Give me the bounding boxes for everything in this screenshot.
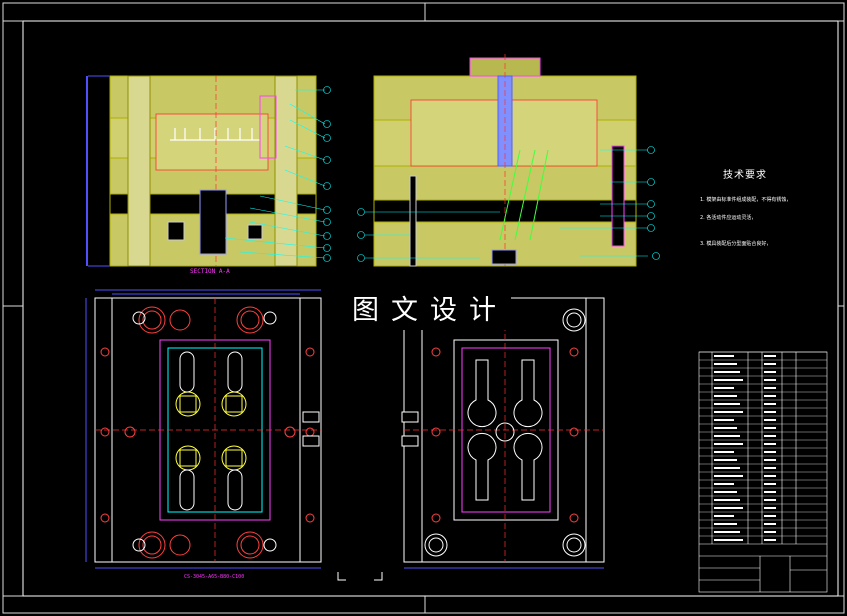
parts-list-entry-mark [714, 499, 740, 501]
parts-list-entry-mark [714, 403, 740, 405]
parts-list-entry-mark [764, 451, 776, 453]
parts-list-entry-mark [764, 363, 776, 365]
watermark-text: 图文设计 [349, 292, 511, 330]
bottom-dimension-label: CS-3045-A65-B80-C100 [184, 574, 245, 580]
parts-list-entry-mark [764, 475, 776, 477]
parts-list-entry-mark [764, 515, 776, 517]
parts-list-entry-mark [714, 379, 743, 381]
parts-list-entry-mark [714, 411, 743, 413]
parts-list-entry-mark [764, 459, 776, 461]
parts-list-entry-mark [714, 467, 740, 469]
parts-list-entry-mark [764, 403, 776, 405]
parts-list-entry-mark [764, 435, 776, 437]
parts-list-entry-mark [764, 491, 776, 493]
parts-list-entry-mark [764, 371, 776, 373]
parts-list-entry-mark [714, 539, 743, 541]
parts-list-entry-mark [764, 507, 776, 509]
technical-requirement-line-3: 3. 模具装配后分型面贴合良好， [700, 241, 772, 247]
section-view-left [86, 75, 331, 267]
parts-list-entry-mark [764, 499, 776, 501]
parts-list-entry-mark [714, 451, 734, 453]
parts-list-entry-mark [714, 531, 740, 533]
section-label: SECTION A-A [190, 268, 230, 275]
parts-list-entry-mark [764, 483, 776, 485]
parts-list-entry-mark [764, 539, 776, 541]
parts-list-entry-mark [714, 427, 737, 429]
parts-list-entry-mark [764, 411, 776, 413]
parts-list-entry-mark [764, 523, 776, 525]
technical-requirement-line-1: 1. 模架由标准件组成装配，不得有锈蚀， [700, 197, 792, 203]
section-view-right [357, 54, 660, 267]
parts-list-entry-mark [714, 475, 743, 477]
parts-list-entry-mark [714, 355, 734, 357]
parts-list-entry-mark [714, 395, 737, 397]
parts-list-entry-mark [764, 427, 776, 429]
technical-requirement-line-2: 2. 各活动件应运动灵活， [700, 215, 757, 221]
parts-list-entry-mark [764, 419, 776, 421]
parts-list-entry-mark [714, 363, 737, 365]
parts-list-entry-mark [714, 459, 737, 461]
parts-list-entry-mark [714, 435, 740, 437]
parts-list-entry-mark [714, 523, 737, 525]
parts-list-entry-mark [764, 443, 776, 445]
parts-list-entry-mark [714, 371, 740, 373]
parts-list-entry-mark [714, 387, 734, 389]
parts-list-entry-mark [714, 507, 743, 509]
parts-list-entry-mark [714, 515, 734, 517]
technical-requirements-title: 技术要求 [723, 170, 767, 181]
plan-view-right [401, 297, 605, 569]
parts-list-entry-mark [714, 483, 734, 485]
parts-list-entry-mark [714, 491, 737, 493]
parts-list-entry-mark [714, 443, 743, 445]
parts-list-entry-mark [764, 531, 776, 533]
parts-list-entry-mark [764, 379, 776, 381]
parts-list-entry-mark [764, 355, 776, 357]
parts-list-entry-mark [764, 467, 776, 469]
plan-view-left [85, 289, 322, 569]
parts-list-entry-mark [764, 387, 776, 389]
parts-list-entry-mark [714, 419, 734, 421]
parts-list-entry-mark [764, 395, 776, 397]
